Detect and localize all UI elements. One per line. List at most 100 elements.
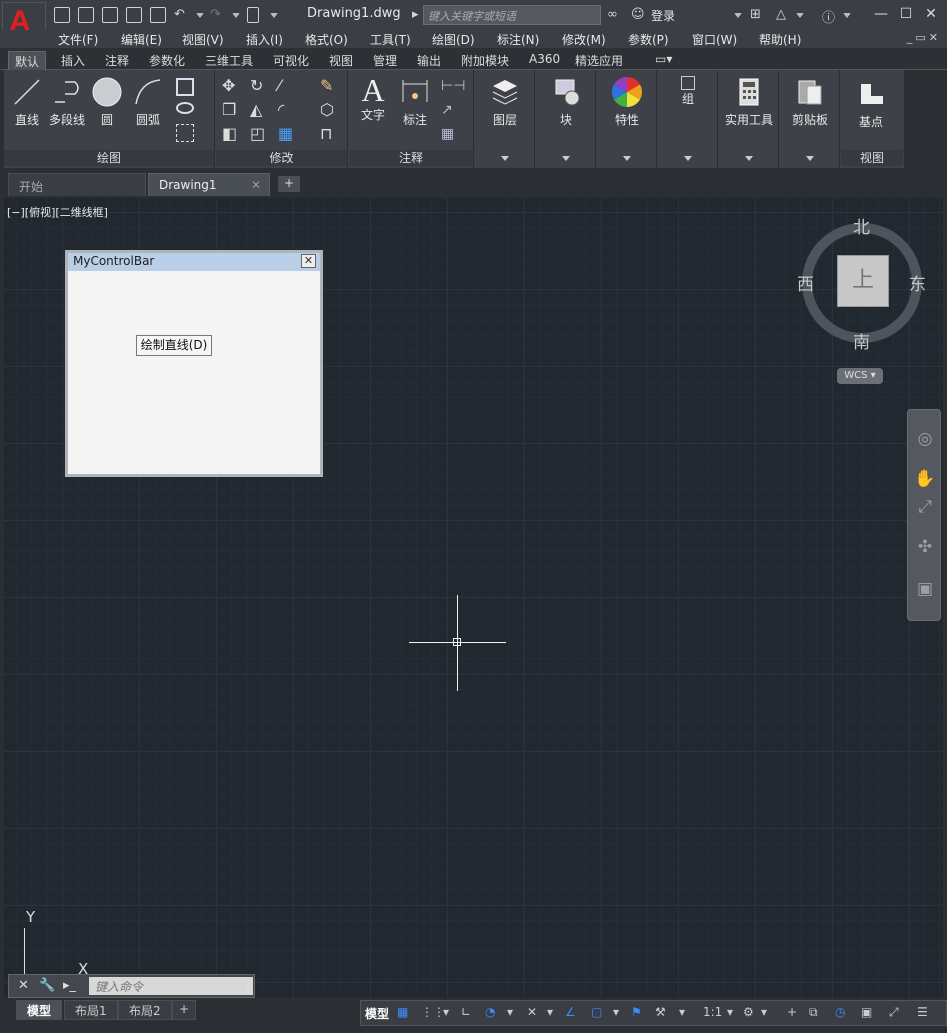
wcs-menu[interactable]: WCS ▾ [837, 368, 883, 384]
annotation-panel-title[interactable]: 注释 [349, 150, 473, 166]
close-button[interactable]: ✕ [920, 4, 942, 24]
draw-line-button[interactable]: 绘制直线(D) [136, 335, 212, 356]
binoculars-icon[interactable]: ∞ [607, 7, 618, 23]
zoom-extents-icon[interactable]: ⤢ [914, 496, 936, 518]
save-as-icon[interactable] [126, 7, 142, 23]
clean-screen-icon[interactable]: ▣ [861, 1005, 872, 1019]
annotation-scale[interactable]: 1:1 [703, 1005, 722, 1019]
menu-draw[interactable]: 绘图(D) [432, 31, 475, 48]
minimize-button[interactable]: — [870, 4, 892, 24]
move-icon[interactable]: ✥ [222, 76, 240, 95]
rectangle-icon[interactable] [176, 78, 194, 96]
grid-icon[interactable]: ▦ [397, 1005, 408, 1019]
customize-quick-access-icon[interactable] [270, 13, 278, 18]
menu-tools[interactable]: 工具(T) [370, 31, 411, 48]
search-expand-icon[interactable]: ▸ [412, 7, 419, 23]
maximize-button[interactable]: ☐ [895, 4, 917, 24]
compass-south[interactable]: 南 [853, 328, 870, 353]
workspace-dropdown-icon[interactable]: ▾ [761, 1005, 767, 1019]
utilities-expand-icon[interactable] [745, 156, 753, 161]
rotate-icon[interactable]: ↻ [250, 76, 268, 95]
search-input[interactable]: 键入关键字或短语 [423, 5, 601, 25]
ribbon-tab-annotate[interactable]: 注释 [105, 51, 129, 70]
annotation-scale-dropdown-icon[interactable]: ▾ [727, 1005, 733, 1019]
boundary-icon[interactable] [176, 124, 194, 142]
block-button[interactable]: 块 [546, 76, 586, 128]
draw-panel-title[interactable]: 绘图 [4, 150, 214, 166]
group-button[interactable]: 组 [668, 76, 708, 107]
hatch-icon[interactable] [176, 102, 194, 114]
print-icon[interactable] [150, 7, 166, 23]
ribbon-tab-a360[interactable]: A360 [529, 51, 560, 70]
help-dropdown-icon[interactable] [843, 13, 851, 18]
ribbon-tab-featured-apps[interactable]: 精选应用 [575, 51, 623, 70]
osnap-dropdown-icon[interactable]: ▾ [613, 1005, 619, 1019]
block-expand-icon[interactable] [562, 156, 570, 161]
hardware-acceleration-icon[interactable]: ◷ [835, 1005, 845, 1019]
table-icon[interactable]: ▦ [441, 126, 459, 144]
ribbon-tab-addins[interactable]: 附加模块 [461, 51, 509, 70]
workspace-icon[interactable] [247, 7, 259, 23]
scale-icon[interactable]: ◰ [250, 124, 268, 143]
circle-button[interactable]: 圆 [90, 76, 124, 128]
menu-help[interactable]: 帮助(H) [759, 31, 801, 48]
ribbon-tab-default[interactable]: 默认 [8, 51, 47, 70]
new-file-icon[interactable] [54, 7, 70, 23]
tab-start[interactable]: 开始 [8, 173, 146, 196]
polar-tracking-icon[interactable]: ◔ [485, 1005, 495, 1019]
workspace-gear-icon[interactable]: ⚙ [743, 1005, 754, 1019]
ortho-icon[interactable]: ∟ [461, 1005, 471, 1019]
copy-icon[interactable]: ❐ [222, 100, 240, 119]
mirror-icon[interactable]: ◭ [250, 100, 268, 119]
login-dropdown-icon[interactable] [734, 13, 742, 18]
scale-dropdown-icon[interactable]: ▾ [679, 1005, 685, 1019]
clipboard-expand-icon[interactable] [806, 156, 814, 161]
fullscreen-icon[interactable]: ⤢ [889, 1005, 899, 1020]
object-snap-tracking-icon[interactable]: ∠ [565, 1005, 576, 1019]
polyline-button[interactable]: 多段线 [48, 76, 86, 128]
ribbon-tab-output[interactable]: 输出 [417, 51, 441, 70]
text-button[interactable]: A 文字 [355, 74, 391, 123]
ribbon-display-toggle-icon[interactable]: ▭▾ [655, 51, 672, 70]
modify-panel-title[interactable]: 修改 [216, 150, 347, 166]
menu-edit[interactable]: 编辑(E) [121, 31, 162, 48]
polar-dropdown-icon[interactable]: ▾ [507, 1005, 513, 1019]
snap-dropdown-icon[interactable]: ▾ [443, 1005, 449, 1019]
help-icon[interactable]: ⓘ [822, 7, 835, 26]
compass-east[interactable]: 东 [909, 270, 926, 295]
exchange-dropdown-icon[interactable] [796, 13, 804, 18]
viewport-controls[interactable]: [−][俯视][二维线框] [7, 204, 108, 220]
command-prompt-icon[interactable]: ▸_ [63, 978, 76, 993]
close-command-icon[interactable]: ✕ [18, 978, 29, 993]
auto-scale-icon[interactable]: ⚒ [655, 1005, 666, 1019]
offset-icon[interactable]: ⊓ [320, 124, 338, 143]
object-snap-icon[interactable]: ▢ [591, 1005, 602, 1019]
properties-expand-icon[interactable] [623, 156, 631, 161]
view-panel-title[interactable]: 视图 [841, 150, 903, 166]
command-history-icon[interactable]: ▲ [245, 981, 252, 991]
undo-icon[interactable]: ↶ [174, 7, 185, 23]
utilities-panel[interactable]: 实用工具 [719, 70, 779, 168]
ribbon-tab-parametric[interactable]: 参数化 [149, 51, 185, 70]
ribbon-tab-insert[interactable]: 插入 [61, 51, 85, 70]
cart-icon[interactable]: ⊞ [750, 7, 761, 23]
ribbon-tab-view[interactable]: 视图 [329, 51, 353, 70]
groups-panel[interactable]: 组 [658, 70, 718, 168]
base-point-button[interactable]: 基点 [849, 78, 893, 130]
menu-parameters[interactable]: 参数(P) [628, 31, 669, 48]
menu-window[interactable]: 窗口(W) [692, 31, 737, 48]
model-space-button[interactable]: 模型 [365, 1005, 389, 1022]
menu-modify[interactable]: 修改(M) [562, 31, 606, 48]
compass-north[interactable]: 北 [853, 213, 870, 238]
command-input[interactable]: 键入命令 [89, 977, 253, 995]
document-window-controls[interactable]: _▭✕ [907, 31, 941, 44]
save-icon[interactable] [102, 7, 118, 23]
user-icon[interactable]: ☺ [631, 7, 645, 23]
layers-button[interactable]: 图层 [485, 76, 525, 128]
new-tab-button[interactable]: + [278, 176, 300, 192]
groups-expand-icon[interactable] [684, 156, 692, 161]
control-bar-titlebar[interactable]: MyControlBar ✕ [68, 253, 320, 271]
ribbon-tab-manage[interactable]: 管理 [373, 51, 397, 70]
line-button[interactable]: 直线 [10, 76, 44, 128]
linear-dimension-icon[interactable]: ⊢⊣ [441, 78, 465, 96]
